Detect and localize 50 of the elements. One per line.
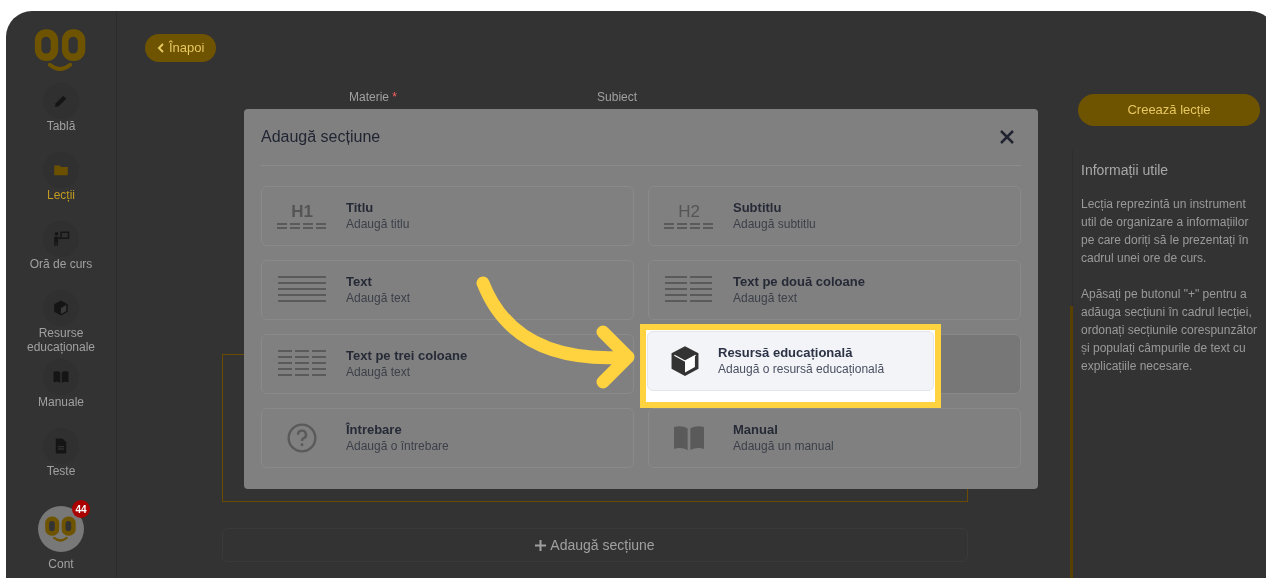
option-title: Resursă educațională (718, 345, 854, 361)
option-title: Manual (733, 422, 779, 438)
info-paragraph: Apăsați pe butonul "+" pentru a adăuga secțiuni în cadrul lecției, ordonați secțiunile corespunzător și populați câmpurile de text cu explicațiile necesare. (1081, 286, 1259, 375)
book-icon (672, 423, 706, 453)
sidebar-item[interactable]: Lecții (11, 151, 111, 218)
option-description: Adaugă text (346, 290, 411, 306)
add-section-button[interactable]: Adaugă secțiune (222, 528, 968, 562)
info-paragraph: Lecția reprezintă un instrument util de organizare a informațiilor pe care doriți să le prezentați în cadrul unei ore de curs. (1081, 196, 1250, 267)
option-description: Adaugă o întrebare (346, 438, 449, 454)
field-label: Subiect (597, 89, 638, 106)
option-description: Adaugă titlu (346, 216, 410, 232)
question-icon (286, 422, 318, 454)
teacher-board-icon (52, 229, 70, 248)
notification-badge: 44 (72, 500, 90, 518)
option-description: Adaugă o resursă educațională (718, 361, 885, 377)
section-option[interactable]: Întrebare Adaugă o întrebare (261, 408, 634, 468)
option-title: Subtitlu (733, 200, 783, 216)
section-option[interactable]: Resursă educațională Adaugă o resursă educațională (647, 331, 934, 391)
sidebar-item[interactable]: Manuale (11, 358, 111, 425)
three-columns-icon (278, 350, 326, 378)
option-description: Adaugă text (346, 364, 412, 380)
modal-title: Adaugă secțiune (261, 127, 381, 147)
option-description: Adaugă text (733, 290, 799, 306)
back-button[interactable]: Înapoi (145, 34, 217, 62)
plus-icon (535, 539, 547, 551)
option-description: Adaugă subtitlu (733, 216, 816, 232)
sidebar-item[interactable]: Tablă (11, 82, 111, 149)
option-title: Întrebare (346, 422, 403, 438)
create-lesson-button[interactable]: Creează lecție (1078, 94, 1260, 126)
section-option[interactable]: Text pe trei coloane Adaugă text (261, 334, 634, 394)
sidebar-item[interactable]: Oră de curs (11, 220, 111, 287)
logo-icon (44, 514, 78, 544)
option-description: Adaugă un manual (733, 438, 834, 454)
option-title: Text pe două coloane (733, 274, 865, 290)
chevron-left-icon (157, 43, 165, 53)
section-option[interactable]: Text pe două coloane Adaugă text (648, 260, 1021, 320)
sidebar-item[interactable]: Resurse educaționale (11, 289, 111, 356)
account-label: Cont (48, 556, 74, 573)
section-option[interactable]: Text Adaugă text (261, 260, 634, 320)
cube-icon (52, 298, 70, 317)
sidebar-item[interactable]: Teste (11, 427, 111, 494)
option-title: Text (346, 274, 373, 290)
option-title: Titlu (346, 200, 375, 216)
close-icon (1000, 130, 1014, 144)
field-label: Materie * (349, 89, 398, 106)
option-title: Text pe trei coloane (346, 348, 468, 364)
info-title: Informații utile (1081, 161, 1170, 180)
text-lines-icon (278, 276, 326, 304)
two-columns-icon (665, 276, 713, 304)
section-option[interactable]: Manual Adaugă un manual (648, 408, 1021, 468)
